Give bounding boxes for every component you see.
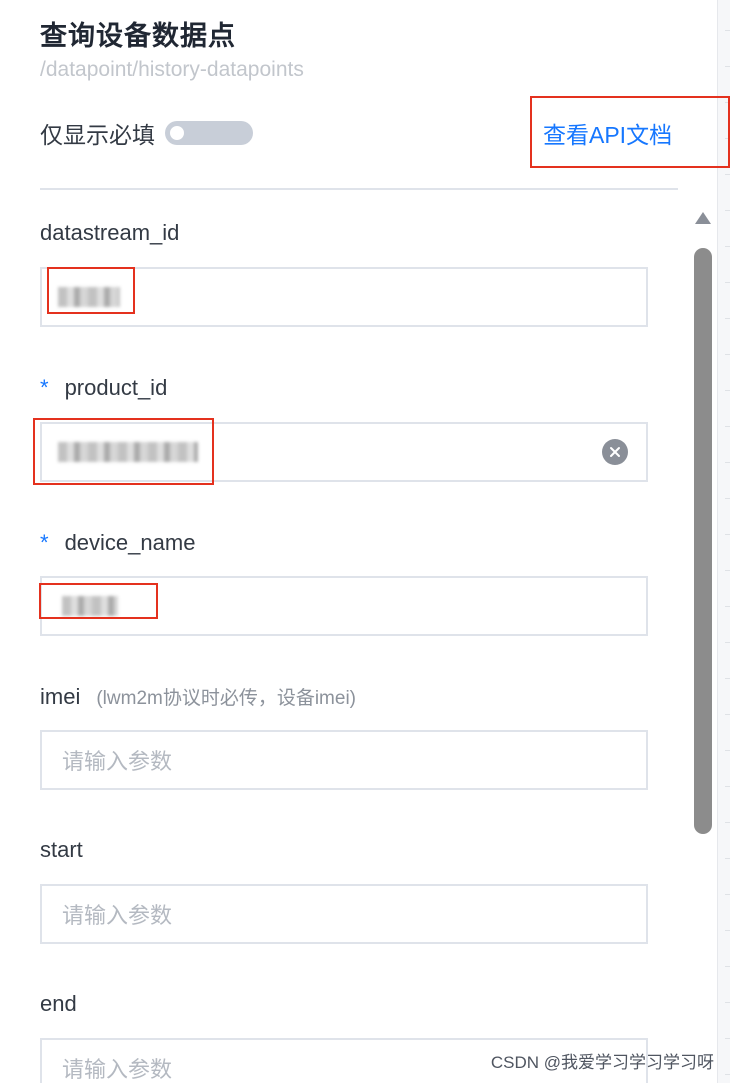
field-name: product_id (64, 375, 168, 400)
product-id-input[interactable] (40, 422, 648, 482)
input-placeholder: 请输入参数 (62, 1057, 173, 1082)
strip-tick (725, 750, 730, 751)
scroll-thumb[interactable] (694, 248, 712, 834)
form-scrollbar[interactable] (693, 212, 713, 837)
watermark: CSDN @我爱学习学习学习呀 (490, 1053, 714, 1072)
view-api-doc-link[interactable]: 查看API文档 (543, 116, 672, 150)
obscured-value (58, 442, 198, 462)
required-only-label: 仅显示必填 (40, 122, 155, 148)
strip-tick (725, 210, 730, 211)
field-name: end (40, 991, 77, 1016)
api-path: /datapoint/history-datapoints (40, 58, 304, 81)
strip-tick (725, 354, 730, 355)
field-name: device_name (64, 530, 196, 555)
imei-input[interactable]: 请输入参数 (40, 730, 648, 790)
strip-tick (725, 498, 730, 499)
right-edge-strip (717, 0, 730, 1083)
obscured-value (62, 596, 118, 616)
strip-tick (725, 318, 730, 319)
field-label-datastream-id: datastream_id (40, 220, 179, 246)
strip-tick (725, 138, 730, 139)
clear-icon[interactable] (602, 439, 628, 465)
strip-tick (725, 642, 730, 643)
field-name: datastream_id (40, 220, 180, 245)
page-title: 查询设备数据点 (40, 21, 236, 51)
strip-tick (725, 678, 730, 679)
field-name: start (40, 837, 83, 862)
api-debug-panel: 查询设备数据点 /datapoint/history-datapoints 仅显… (0, 0, 730, 1083)
strip-tick (725, 786, 730, 787)
required-mark: * (40, 375, 49, 400)
strip-tick (725, 30, 730, 31)
scroll-up-icon[interactable] (695, 212, 711, 224)
strip-tick (725, 534, 730, 535)
obscured-value (58, 287, 120, 307)
strip-tick (725, 1002, 730, 1003)
strip-tick (725, 174, 730, 175)
strip-tick (725, 714, 730, 715)
field-label-device-name: * device_name (40, 530, 195, 556)
input-placeholder: 请输入参数 (62, 903, 173, 928)
toggle-knob (170, 126, 184, 140)
strip-tick (725, 426, 730, 427)
field-label-end: end (40, 991, 77, 1017)
strip-tick (725, 1074, 730, 1075)
datastream-id-input[interactable] (40, 267, 648, 327)
field-label-product-id: * product_id (40, 375, 167, 401)
device-name-input[interactable] (40, 576, 648, 636)
strip-tick (725, 570, 730, 571)
strip-tick (725, 894, 730, 895)
required-only-toggle[interactable] (165, 121, 253, 145)
required-only-row: 仅显示必填 (40, 116, 253, 150)
strip-tick (725, 1038, 730, 1039)
strip-tick (725, 246, 730, 247)
required-mark: * (40, 530, 49, 555)
input-placeholder: 请输入参数 (62, 749, 173, 774)
field-label-start: start (40, 837, 83, 863)
strip-tick (725, 606, 730, 607)
strip-tick (725, 822, 730, 823)
field-hint: (lwm2m协议时必传，设备imei) (96, 688, 356, 709)
strip-tick (725, 858, 730, 859)
strip-tick (725, 966, 730, 967)
strip-tick (725, 930, 730, 931)
field-label-imei: imei (lwm2m协议时必传，设备imei) (40, 683, 356, 710)
strip-tick (725, 462, 730, 463)
strip-tick (725, 390, 730, 391)
strip-tick (725, 282, 730, 283)
header-divider (40, 188, 678, 190)
strip-tick (725, 66, 730, 67)
strip-tick (725, 102, 730, 103)
field-name: imei (40, 684, 81, 709)
start-input[interactable]: 请输入参数 (40, 884, 648, 944)
